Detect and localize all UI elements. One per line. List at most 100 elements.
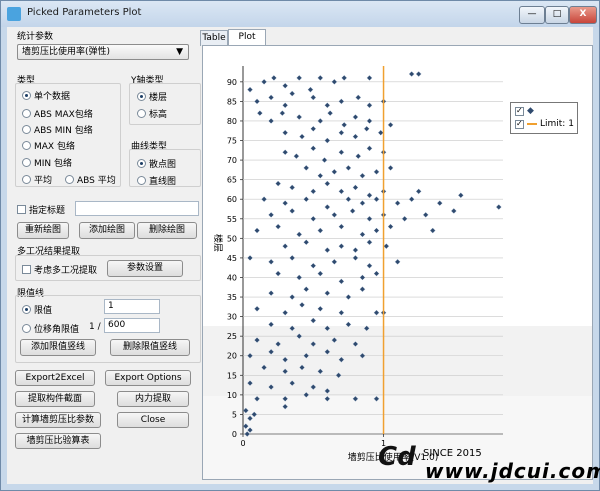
minimize-button[interactable]: — [519, 6, 545, 24]
check-icon: ✓ [516, 118, 523, 128]
y-tick-label: 85 [227, 97, 237, 106]
checkbox-box [22, 265, 31, 274]
multi-checkbox[interactable]: 考虑多工况提取 [22, 263, 97, 276]
y-tick-label: 40 [227, 273, 237, 282]
delete-limit-line-button[interactable]: 删除限值竖线 [110, 339, 190, 356]
radio-dot [137, 176, 146, 185]
yaxis-radio-elevation[interactable]: 标高 [137, 107, 167, 120]
y-tick-label: 60 [227, 195, 237, 204]
type-radio-avg[interactable]: 平均 [22, 173, 52, 186]
y-tick-label: 10 [227, 391, 237, 400]
tab-plot[interactable]: Plot [228, 29, 266, 46]
legend-series-toggle[interactable]: ✓ ◆ [515, 106, 534, 116]
legend-limit-label: Limit: 1 [540, 119, 574, 129]
chevron-down-icon: ▼ [176, 47, 183, 57]
stat-select-value: 墙剪压比使用率(弹性) [22, 47, 111, 57]
export-excel-button[interactable]: Export2Excel [15, 370, 95, 386]
radio-dot [22, 91, 31, 100]
y-tick-label: 20 [227, 352, 237, 361]
type-radio-max[interactable]: MAX 包络 [22, 139, 75, 152]
jd-logo: Cd [378, 442, 416, 472]
type-radio-absavg[interactable]: ABS 平均 [65, 173, 116, 186]
checkbox-label: 指定标题 [29, 206, 66, 216]
tab-table[interactable]: Table [200, 30, 228, 46]
radio-dot [137, 109, 146, 118]
radio-dot [137, 159, 146, 168]
drift-value-input[interactable]: 600 [104, 318, 160, 333]
force-extract-button[interactable]: 内力提取 [117, 391, 189, 407]
y-tick-label: 45 [227, 254, 237, 263]
radio-dot [22, 305, 31, 314]
radio-label: MIN 包络 [34, 159, 73, 169]
type-radio-min[interactable]: MIN 包络 [22, 156, 72, 169]
limit-value-input[interactable]: 1 [104, 299, 160, 314]
yaxis-radio-floor[interactable]: 楼层 [137, 90, 167, 103]
limit-radio-value[interactable]: 限值 [22, 303, 52, 316]
param-settings-button[interactable]: 参数设置 [107, 260, 183, 277]
y-tick-label: 35 [227, 293, 237, 302]
y-tick-label: 5 [232, 410, 237, 419]
checkbox-box [17, 205, 26, 214]
type-radio-absmax[interactable]: ABS MAX包络 [22, 107, 93, 120]
stat-select[interactable]: 墙剪压比使用率(弹性) ▼ [17, 44, 189, 60]
extract-section-button[interactable]: 提取构件截面 [15, 391, 95, 407]
add-plot-button[interactable]: 添加绘图 [79, 222, 135, 239]
y-tick-label: 65 [227, 176, 237, 185]
limit-radio-drift[interactable]: 位移角限值 [22, 322, 79, 335]
add-limit-line-button[interactable]: 添加限值竖线 [20, 339, 96, 356]
radio-dot [65, 175, 74, 184]
radio-dot [22, 141, 31, 150]
y-tick-label: 80 [227, 117, 237, 126]
app-window: Picked Parameters Plot — □ X 统计参数 墙剪压比使用… [0, 0, 600, 491]
y-axis-label: 楼层 [212, 234, 224, 252]
y-tick-label: 30 [227, 313, 237, 322]
calc-wall-params-button[interactable]: 计算墙剪压比参数 [15, 412, 101, 428]
drift-prefix: 1 / [89, 322, 101, 332]
radio-label: 单个数据 [34, 92, 71, 102]
y-tick-label: 70 [227, 156, 237, 165]
watermark-url: www.jdcui.com [425, 459, 600, 483]
y-tick-label: 75 [227, 137, 237, 146]
wall-check-table-button[interactable]: 墙剪压比验算表 [15, 433, 101, 449]
stat-label: 统计参数 [17, 32, 54, 42]
checkbox-label: 考虑多工况提取 [34, 266, 98, 276]
radio-label: 限值 [34, 306, 53, 316]
radio-dot [22, 125, 31, 134]
type-radio-single[interactable]: 单个数据 [22, 89, 70, 102]
radio-dot [22, 158, 31, 167]
legend-limit-toggle[interactable]: ✓ Limit: 1 [515, 119, 574, 129]
curve-radio-line[interactable]: 直线图 [137, 174, 176, 187]
radio-dot [22, 324, 31, 333]
type-radio-absmin[interactable]: ABS MIN 包络 [22, 123, 93, 136]
y-tick-label: 25 [227, 332, 237, 341]
title-checkbox[interactable]: 指定标题 [17, 203, 65, 216]
y-tick-label: 0 [232, 430, 237, 439]
radio-label: MAX 包络 [34, 142, 75, 152]
y-tick-label: 55 [227, 215, 237, 224]
y-tick-label: 90 [227, 78, 237, 87]
radio-label: ABS MAX包络 [34, 110, 93, 120]
radio-label: ABS MIN 包络 [34, 126, 93, 136]
close-window-button[interactable]: X [569, 6, 597, 24]
title-input[interactable] [75, 201, 199, 216]
radio-label: 平均 [34, 176, 53, 186]
radio-label: 散点图 [149, 160, 177, 170]
maximize-button[interactable]: □ [545, 6, 569, 24]
radio-dot [22, 175, 31, 184]
title-bar[interactable]: Picked Parameters Plot — □ X [1, 1, 599, 27]
radio-label: ABS 平均 [77, 176, 116, 186]
radio-dot [137, 92, 146, 101]
upper-background [203, 46, 592, 326]
chart-legend: ✓ ◆ ✓ Limit: 1 [510, 102, 578, 134]
y-tick-label: 50 [227, 234, 237, 243]
close-button[interactable]: Close [117, 412, 189, 428]
delete-plot-button[interactable]: 删除绘图 [137, 222, 197, 239]
curve-radio-scatter[interactable]: 散点图 [137, 157, 176, 170]
radio-label: 位移角限值 [34, 325, 80, 335]
x-tick-label: 0 [240, 439, 245, 448]
radio-label: 直线图 [149, 177, 177, 187]
checkbox-box: ✓ [515, 106, 524, 116]
redraw-button[interactable]: 重新绘图 [17, 222, 69, 239]
y-tick-label: 15 [227, 371, 237, 380]
export-options-button[interactable]: Export Options [105, 370, 191, 386]
